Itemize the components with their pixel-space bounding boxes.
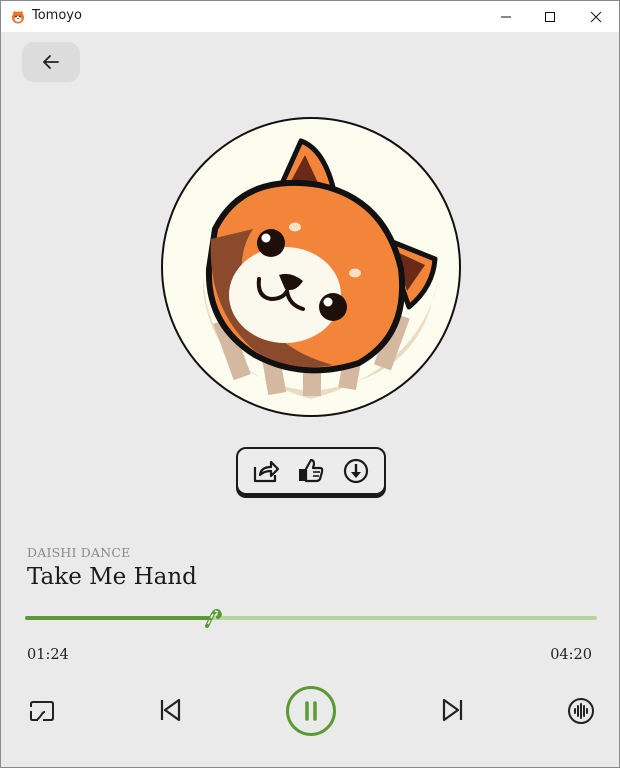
minimize-button[interactable]	[483, 1, 529, 32]
skip-next-icon	[442, 698, 463, 722]
next-button[interactable]	[437, 693, 469, 727]
close-icon	[590, 11, 602, 22]
thumbs-up-icon[interactable]	[295, 455, 327, 487]
cast-button[interactable]	[25, 695, 59, 727]
arrow-left-icon	[43, 55, 59, 69]
minimize-icon	[501, 16, 511, 17]
action-bar	[236, 447, 386, 495]
cast-icon	[30, 701, 54, 721]
audio-waveform-icon	[568, 698, 594, 724]
maximize-icon	[545, 11, 555, 22]
red-panda-icon	[11, 9, 25, 24]
back-button[interactable]	[22, 42, 80, 82]
play-pause-button[interactable]	[286, 686, 336, 736]
red-panda-artwork	[203, 138, 439, 399]
candy-cane-thumb-icon[interactable]	[202, 606, 222, 628]
total-time: 04:20	[550, 647, 592, 663]
skip-previous-icon	[160, 698, 181, 722]
pause-icon	[305, 701, 317, 721]
window-title: Tomoyo	[32, 8, 82, 23]
track-title: Take Me Hand	[27, 564, 197, 590]
title-bar[interactable]: Tomoyo	[1, 1, 619, 32]
artist-name: DAISHI DANCE	[27, 545, 131, 560]
album-cover	[161, 117, 461, 417]
previous-button[interactable]	[154, 693, 186, 727]
audio-visualizer-button[interactable]	[565, 695, 597, 727]
close-button[interactable]	[573, 1, 619, 32]
maximize-button[interactable]	[527, 1, 573, 32]
share-icon[interactable]	[250, 455, 282, 487]
progress-slider[interactable]	[25, 608, 597, 628]
app-window: Tomoyo DAISHI DANCE Take Me Hand 01:24 0…	[0, 0, 620, 768]
elapsed-time: 01:24	[27, 647, 69, 663]
download-icon[interactable]	[340, 455, 372, 487]
progress-fill	[25, 616, 210, 620]
